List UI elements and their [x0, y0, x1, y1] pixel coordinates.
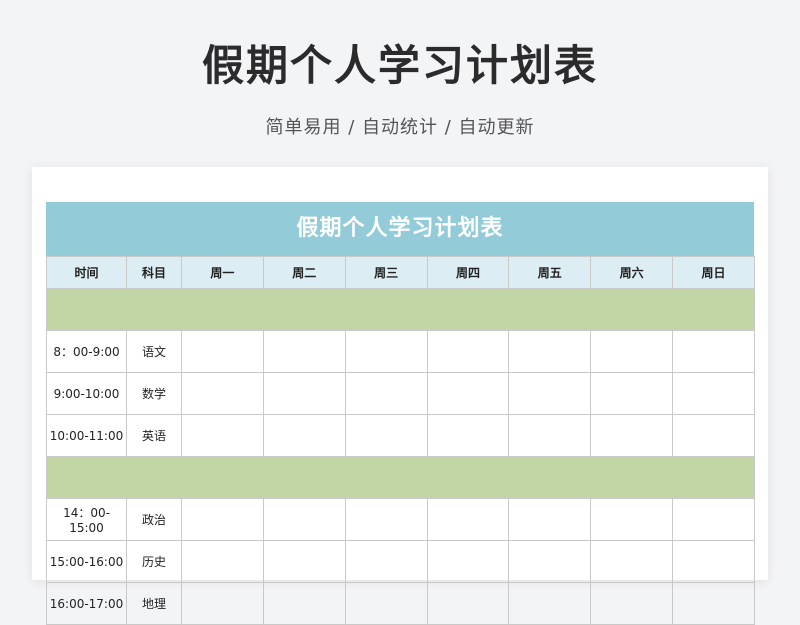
plan-cell[interactable] — [508, 498, 592, 541]
plan-cell[interactable] — [344, 372, 428, 415]
subject-cell[interactable]: 英语 — [126, 414, 182, 457]
table-row: 10:00-11:00 英语 — [46, 414, 755, 457]
plan-cell[interactable] — [262, 330, 346, 373]
plan-cell[interactable] — [426, 582, 510, 625]
plan-cell[interactable] — [426, 540, 510, 583]
column-header-friday: 周五 — [508, 256, 592, 289]
plan-cell[interactable] — [181, 330, 264, 373]
plan-cell[interactable] — [344, 414, 428, 457]
table-row: 9:00-10:00 数学 — [46, 372, 755, 415]
plan-cell[interactable] — [508, 582, 592, 625]
plan-cell[interactable] — [672, 582, 755, 625]
time-cell[interactable]: 14：00-15:00 — [46, 498, 127, 541]
column-header-wednesday: 周三 — [344, 256, 428, 289]
plan-cell[interactable] — [590, 414, 674, 457]
time-cell[interactable]: 15:00-16:00 — [46, 540, 127, 583]
table-row: 15:00-16:00 历史 — [46, 540, 755, 583]
plan-cell[interactable] — [181, 582, 264, 625]
schedule-sheet: 假期个人学习计划表 时间 科目 周一 周二 周三 周四 周五 周六 周日 8：0… — [32, 167, 768, 625]
sheet-title: 假期个人学习计划表 — [46, 202, 754, 256]
plan-cell[interactable] — [590, 330, 674, 373]
plan-cell[interactable] — [590, 582, 674, 625]
plan-cell[interactable] — [344, 582, 428, 625]
subject-cell[interactable]: 数学 — [126, 372, 182, 415]
plan-cell[interactable] — [181, 540, 264, 583]
plan-cell[interactable] — [344, 540, 428, 583]
plan-cell[interactable] — [426, 414, 510, 457]
column-header-thursday: 周四 — [426, 256, 510, 289]
plan-cell[interactable] — [344, 330, 428, 373]
subject-cell[interactable]: 地理 — [126, 582, 182, 625]
separator-bar — [46, 456, 755, 499]
time-cell[interactable]: 16:00-17:00 — [46, 582, 127, 625]
plan-cell[interactable] — [672, 414, 755, 457]
plan-cell[interactable] — [508, 414, 592, 457]
time-cell[interactable]: 9:00-10:00 — [46, 372, 127, 415]
schedule-table: 时间 科目 周一 周二 周三 周四 周五 周六 周日 8：00-9:00 语文 — [46, 256, 755, 625]
plan-cell[interactable] — [508, 540, 592, 583]
plan-cell[interactable] — [590, 372, 674, 415]
plan-cell[interactable] — [181, 414, 264, 457]
page-title: 假期个人学习计划表 — [201, 41, 598, 90]
plan-cell[interactable] — [672, 540, 755, 583]
plan-cell[interactable] — [590, 540, 674, 583]
subject-cell[interactable]: 政治 — [126, 498, 182, 541]
plan-cell[interactable] — [262, 582, 346, 625]
plan-cell[interactable] — [590, 498, 674, 541]
column-header-time: 时间 — [46, 256, 127, 289]
subject-cell[interactable]: 历史 — [126, 540, 182, 583]
separator-bar — [46, 288, 755, 331]
plan-cell[interactable] — [426, 330, 510, 373]
separator-row — [46, 456, 755, 499]
table-row: 16:00-17:00 地理 — [46, 582, 755, 625]
plan-cell[interactable] — [426, 372, 510, 415]
plan-cell[interactable] — [181, 372, 264, 415]
time-cell[interactable]: 8：00-9:00 — [46, 330, 127, 373]
plan-cell[interactable] — [508, 330, 592, 373]
plan-cell[interactable] — [262, 414, 346, 457]
plan-cell[interactable] — [672, 372, 755, 415]
column-header-row: 时间 科目 周一 周二 周三 周四 周五 周六 周日 — [46, 256, 755, 289]
plan-cell[interactable] — [262, 372, 346, 415]
page-subtitle: 简单易用 / 自动统计 / 自动更新 — [265, 117, 535, 138]
column-header-sunday: 周日 — [672, 256, 755, 289]
plan-cell[interactable] — [508, 372, 592, 415]
plan-cell[interactable] — [262, 498, 346, 541]
column-header-subject: 科目 — [126, 256, 182, 289]
table-row: 14：00-15:00 政治 — [46, 498, 755, 541]
plan-cell[interactable] — [672, 330, 755, 373]
column-header-monday: 周一 — [181, 256, 264, 289]
column-header-saturday: 周六 — [590, 256, 674, 289]
plan-cell[interactable] — [181, 498, 264, 541]
column-header-tuesday: 周二 — [262, 256, 346, 289]
separator-row — [46, 288, 755, 331]
table-row: 8：00-9:00 语文 — [46, 330, 755, 373]
subject-cell[interactable]: 语文 — [126, 330, 182, 373]
time-cell[interactable]: 10:00-11:00 — [46, 414, 127, 457]
plan-cell[interactable] — [672, 498, 755, 541]
plan-cell[interactable] — [426, 498, 510, 541]
plan-cell[interactable] — [344, 498, 428, 541]
plan-cell[interactable] — [262, 540, 346, 583]
